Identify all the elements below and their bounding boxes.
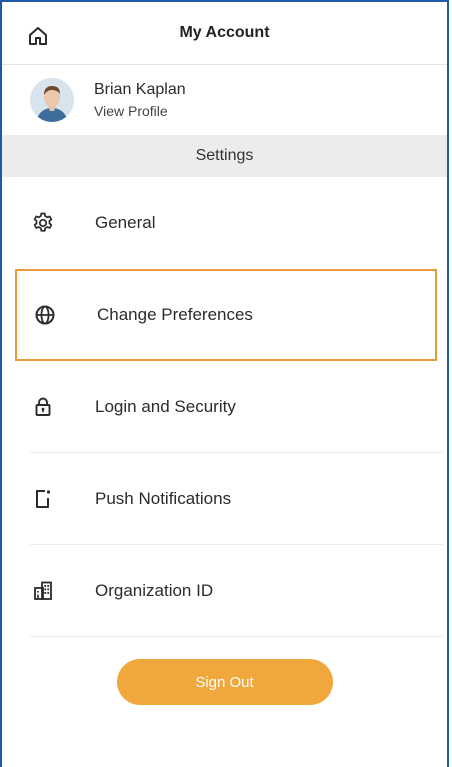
globe-icon (35, 305, 55, 325)
signout-area: Sign Out (2, 637, 447, 727)
menu-item-label: Change Preferences (97, 305, 253, 324)
lock-icon (35, 397, 51, 416)
profile-row[interactable]: Brian Kaplan View Profile (2, 65, 447, 135)
app-window: My Account Brian Kaplan View Profile Set… (0, 0, 449, 767)
home-button[interactable] (26, 24, 50, 48)
menu-item-label: General (95, 213, 156, 232)
menu-item-organization-id[interactable]: Organization ID (2, 545, 447, 637)
menu-item-general[interactable]: General (2, 177, 447, 269)
menu-item-login-security[interactable]: Login and Security (2, 361, 447, 453)
view-profile-link[interactable]: View Profile (94, 101, 186, 121)
building-icon (34, 581, 52, 600)
avatar (30, 78, 74, 122)
phone-notification-icon (36, 490, 51, 508)
settings-section-header: Settings (2, 135, 447, 177)
header-bar: My Account (2, 2, 447, 65)
menu-item-label: Organization ID (95, 581, 214, 600)
menu-item-push-notifications[interactable]: Push Notifications (2, 453, 447, 545)
menu-item-label: Login and Security (95, 397, 236, 416)
menu-item-change-preferences[interactable]: Change Preferences (15, 269, 437, 361)
menu-item-label: Push Notifications (95, 489, 232, 508)
divider (30, 636, 443, 637)
gear-icon (33, 212, 53, 232)
sign-out-button[interactable]: Sign Out (116, 659, 333, 705)
home-icon (29, 27, 47, 45)
profile-name: Brian Kaplan (94, 81, 186, 98)
page-title: My Account (179, 24, 270, 41)
